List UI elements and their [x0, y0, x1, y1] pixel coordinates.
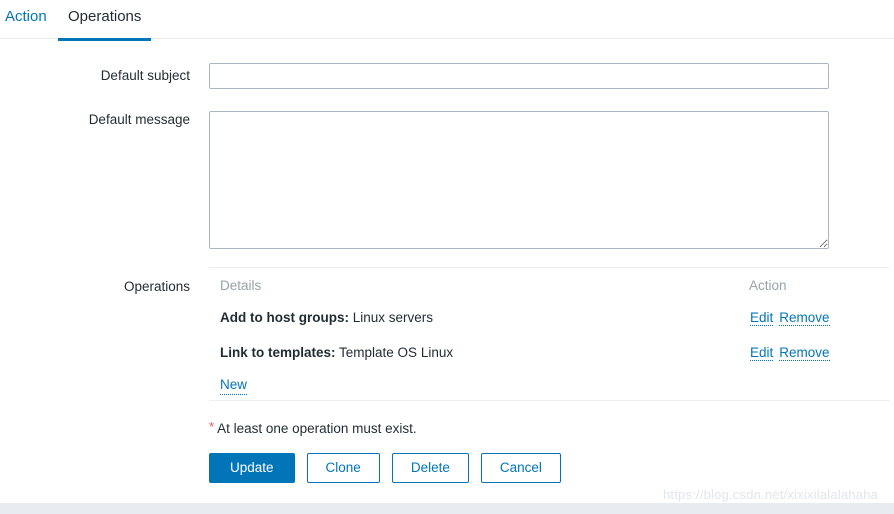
remove-operation-link[interactable]: Remove	[779, 345, 830, 361]
required-hint: * At least one operation must exist.	[209, 418, 417, 438]
cancel-button[interactable]: Cancel	[480, 453, 561, 483]
table-row: Add to host groups: Linux servers Edit Re…	[209, 301, 890, 336]
default-subject-input[interactable]	[209, 63, 829, 89]
operation-details-cell: Link to templates: Template OS Linux	[220, 343, 453, 362]
tab-action[interactable]: Action	[5, 7, 47, 38]
operations-table: Details Action Add to host groups: Linux…	[209, 267, 890, 401]
update-button[interactable]: Update	[209, 453, 295, 483]
edit-operation-link[interactable]: Edit	[750, 310, 774, 326]
operations-new-row: New	[209, 371, 890, 400]
operations-table-header: Details Action	[209, 268, 890, 301]
watermark-text: https://blog.csdn.net/xixixilalalahaha	[662, 487, 878, 502]
operations-label: Operations	[123, 279, 190, 294]
edit-operation-link[interactable]: Edit	[750, 345, 774, 361]
column-header-action: Action	[749, 278, 787, 293]
default-message-label: Default message	[88, 112, 190, 127]
tab-bar: Action Operations	[0, 0, 894, 41]
delete-button[interactable]: Delete	[391, 453, 469, 483]
operation-type-label: Add to host groups:	[220, 310, 349, 325]
required-hint-text: At least one operation must exist.	[217, 421, 417, 436]
new-operation-link[interactable]: New	[220, 375, 248, 395]
remove-operation-link[interactable]: Remove	[779, 310, 830, 326]
operation-type-label: Link to templates:	[220, 345, 336, 360]
required-marker: *	[209, 419, 215, 434]
form-button-row: Update Clone Delete Cancel	[209, 453, 573, 483]
operation-action-cell: Edit Remove	[750, 308, 830, 327]
operation-value: Template OS Linux	[339, 345, 454, 360]
default-message-textarea[interactable]	[209, 111, 829, 249]
operation-details-cell: Add to host groups: Linux servers	[220, 308, 433, 327]
column-header-details: Details	[220, 278, 262, 293]
table-row: Link to templates: Template OS Linux Edi…	[209, 336, 890, 371]
operation-value: Linux servers	[352, 310, 434, 325]
operation-action-cell: Edit Remove	[750, 343, 830, 362]
tab-operations[interactable]: Operations	[58, 7, 152, 41]
footer-bar	[0, 502, 894, 514]
clone-button[interactable]: Clone	[306, 453, 380, 483]
default-subject-label: Default subject	[100, 68, 190, 83]
